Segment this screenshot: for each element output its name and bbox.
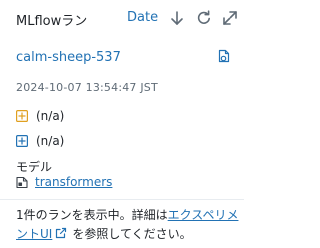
params-table-icon — [16, 135, 28, 147]
sort-by-date-button[interactable]: Date — [127, 10, 158, 25]
footer-divider — [0, 199, 244, 200]
footer-text-after: を参照してください。 — [72, 227, 192, 241]
external-link-icon[interactable] — [55, 227, 67, 239]
expand-icon[interactable] — [221, 9, 239, 27]
footer-text-before: 1件のランを表示中。詳細は — [16, 208, 168, 222]
run-timestamp: 2024-10-07 13:54:47 JST — [16, 81, 158, 94]
copy-run-icon[interactable] — [217, 49, 231, 65]
footer-message: 1件のランを表示中。詳細はエクスペリメントUI を参照してください。 — [16, 206, 240, 244]
model-link[interactable]: transformers — [35, 175, 112, 189]
model-section-label: モデル — [16, 160, 53, 174]
metrics-row: (n/a) — [16, 108, 64, 124]
run-name-link[interactable]: calm-sheep-537 — [16, 50, 121, 65]
metrics-table-icon — [16, 110, 28, 122]
params-row: (n/a) — [16, 133, 64, 149]
refresh-icon[interactable] — [195, 9, 213, 27]
params-value: (n/a) — [36, 134, 65, 148]
model-icon — [16, 176, 28, 188]
model-entry: transformers — [16, 175, 112, 189]
run-list-header: MLflowラン Date — [0, 0, 244, 40]
panel-title: MLflowラン — [16, 14, 88, 29]
metrics-value: (n/a) — [36, 109, 65, 123]
sort-arrow-down-icon[interactable] — [168, 9, 186, 27]
